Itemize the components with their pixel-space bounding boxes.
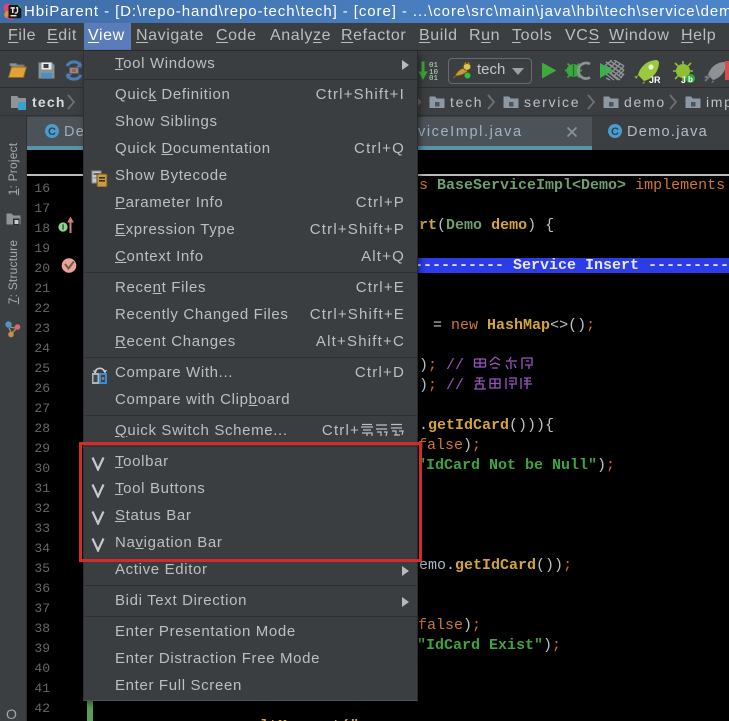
svg-text:C: C (48, 126, 56, 138)
svg-text:b: b (688, 75, 693, 84)
svg-text:01: 01 (429, 75, 439, 83)
svg-text:JR: JR (649, 75, 661, 85)
svg-text:C: C (611, 126, 619, 138)
svg-text:J: J (681, 75, 686, 85)
